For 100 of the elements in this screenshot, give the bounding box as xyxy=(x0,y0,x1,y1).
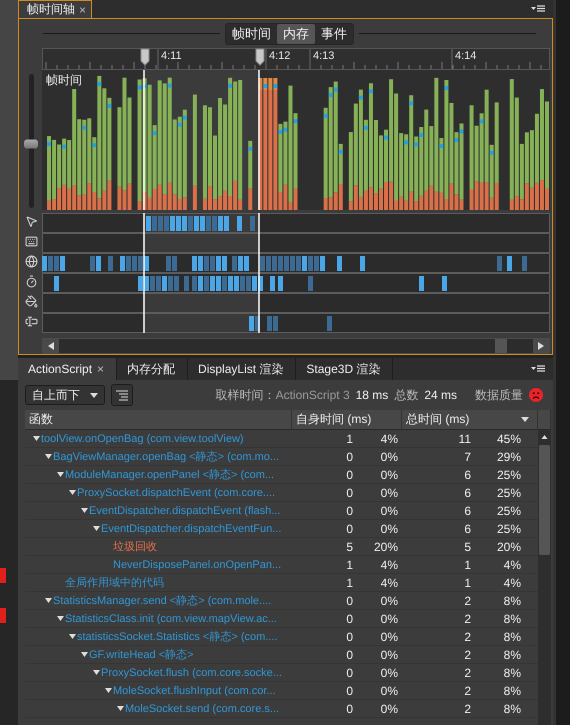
total-percent: 25% xyxy=(496,504,522,518)
time-label: 4:14 xyxy=(455,50,476,62)
function-name[interactable]: MoleSocket.send (com.core.s... xyxy=(125,702,280,714)
scroll-left-button[interactable] xyxy=(43,339,59,353)
error-marker xyxy=(0,608,6,623)
expand-triangle-icon[interactable] xyxy=(69,634,76,639)
function-name[interactable]: BagViewManager.openBag <静态> (com.mo... xyxy=(53,449,280,464)
list-view-button[interactable] xyxy=(111,384,133,406)
scroll-right-button[interactable] xyxy=(533,339,549,353)
function-name[interactable]: GF.writeHead <静态> xyxy=(89,647,194,662)
panel-tab[interactable]: 帧时间轴 × xyxy=(18,0,92,18)
self-time: 0 xyxy=(346,450,354,464)
total-percent: 25% xyxy=(496,468,522,482)
expand-triangle-icon[interactable] xyxy=(117,706,124,711)
self-time: 1 xyxy=(346,432,354,446)
close-button[interactable]: × xyxy=(79,2,86,16)
total-percent: 25% xyxy=(496,522,522,536)
zoom-slider[interactable] xyxy=(24,74,38,208)
total-time: 5 xyxy=(464,540,472,554)
range-handle[interactable] xyxy=(140,48,150,66)
column-header[interactable]: 自身时间 (ms) xyxy=(296,411,372,428)
total-time: 2 xyxy=(464,666,472,680)
expand-triangle-icon[interactable] xyxy=(33,436,40,441)
function-name[interactable]: StatisticsClass.init (com.view.mapView.ac... xyxy=(65,612,277,624)
function-name[interactable]: 全局作用域中的代码 xyxy=(65,575,164,590)
error-marker xyxy=(0,568,6,583)
total-time: 1 xyxy=(464,558,472,572)
expand-triangle-icon[interactable] xyxy=(81,508,88,513)
self-time: 5 xyxy=(346,540,354,554)
total-time: 6 xyxy=(464,504,472,518)
self-percent: 0% xyxy=(380,666,399,680)
view-tab[interactable]: 内存 xyxy=(277,24,315,44)
total-time: 2 xyxy=(464,630,472,644)
self-percent: 0% xyxy=(380,594,399,608)
column-header[interactable]: 总时间 (ms) xyxy=(406,411,470,428)
total-percent: 25% xyxy=(496,486,522,500)
expand-triangle-icon[interactable] xyxy=(45,598,52,603)
self-time: 0 xyxy=(346,504,354,518)
total-percent: 8% xyxy=(504,594,522,608)
expand-triangle-icon[interactable] xyxy=(69,490,76,495)
self-percent: 20% xyxy=(374,540,399,554)
view-tab[interactable]: 帧时间 xyxy=(226,24,277,44)
column-header[interactable]: 函数 xyxy=(29,411,53,428)
self-percent: 0% xyxy=(380,450,399,464)
function-name[interactable]: MoleSocket.flushInput (com.cor... xyxy=(113,684,276,696)
total-time: 1 xyxy=(464,576,472,590)
total-percent: 8% xyxy=(504,684,522,698)
pointer-icon xyxy=(25,214,38,228)
expand-triangle-icon[interactable] xyxy=(93,670,100,675)
caret-icon xyxy=(90,392,98,398)
function-name[interactable]: EventDispatcher.dispatchEventFun... xyxy=(101,522,282,534)
total-label: 总数 xyxy=(394,386,418,404)
view-tab[interactable]: 事件 xyxy=(315,24,353,44)
chart-label: 帧时间 xyxy=(44,72,84,89)
function-name[interactable]: 垃圾回收 xyxy=(113,539,157,554)
total-percent: 8% xyxy=(504,666,522,680)
sampling-target: ActionScript 3 xyxy=(276,388,350,402)
function-name[interactable]: NeverDisposePanel.onOpenPan... xyxy=(113,558,282,570)
total-percent: 29% xyxy=(496,450,522,464)
self-percent: 0% xyxy=(380,612,399,626)
function-name[interactable]: EventDispatcher.dispatchEvent (flash... xyxy=(89,504,280,516)
close-button[interactable]: × xyxy=(97,362,104,376)
function-name[interactable]: ModuleManager.openPanel <静态> (com... xyxy=(65,467,274,482)
function-name[interactable]: toolView.onOpenBag (com.view.toolView) xyxy=(41,432,244,444)
self-percent: 0% xyxy=(380,486,399,500)
panel-tab[interactable]: ActionScript × xyxy=(18,358,118,380)
scrollbar-thumb[interactable] xyxy=(495,339,507,353)
horizontal-scrollbar[interactable] xyxy=(42,338,550,354)
function-name[interactable]: statisticsSocket.Statistics <静态> (com.... xyxy=(77,629,278,644)
total-percent: 45% xyxy=(496,432,522,446)
vertical-scrollbar[interactable] xyxy=(538,430,551,725)
total-time: 11 xyxy=(458,432,472,446)
expand-triangle-icon[interactable] xyxy=(93,526,100,531)
expand-triangle-icon[interactable] xyxy=(105,688,112,693)
keyboard-icon xyxy=(25,234,38,248)
self-time: 0 xyxy=(346,630,354,644)
self-percent: 0% xyxy=(380,522,399,536)
expand-triangle-icon[interactable] xyxy=(57,616,64,621)
self-time: 1 xyxy=(346,558,354,572)
paint-bucket-icon xyxy=(25,294,38,308)
panel-menu-icon[interactable] xyxy=(531,5,545,13)
total-time: 2 xyxy=(464,594,472,608)
expand-triangle-icon[interactable] xyxy=(81,652,88,657)
function-name[interactable]: ProxySocket.flush (com.core.socke... xyxy=(101,666,282,678)
sampling-label: 取样时间： xyxy=(216,388,276,402)
self-percent: 0% xyxy=(380,648,399,662)
text-field-icon xyxy=(25,314,38,328)
self-percent: 0% xyxy=(380,468,399,482)
function-name[interactable]: StatisticsManager.send <静态> (com.mole.... xyxy=(53,593,272,608)
panel-menu-icon[interactable] xyxy=(531,365,545,373)
total-percent: 8% xyxy=(504,702,522,716)
time-label: 4:13 xyxy=(313,50,334,62)
tab-label: 帧时间轴 xyxy=(27,1,75,18)
order-dropdown[interactable]: 自上而下 xyxy=(25,385,105,405)
function-name[interactable]: ProxySocket.dispatchEvent (com.core.... xyxy=(77,486,276,498)
quality-label: 数据质量 xyxy=(475,386,523,404)
expand-triangle-icon[interactable] xyxy=(45,454,52,459)
range-handle[interactable] xyxy=(255,48,265,66)
self-percent: 4% xyxy=(380,558,399,572)
expand-triangle-icon[interactable] xyxy=(57,472,64,477)
